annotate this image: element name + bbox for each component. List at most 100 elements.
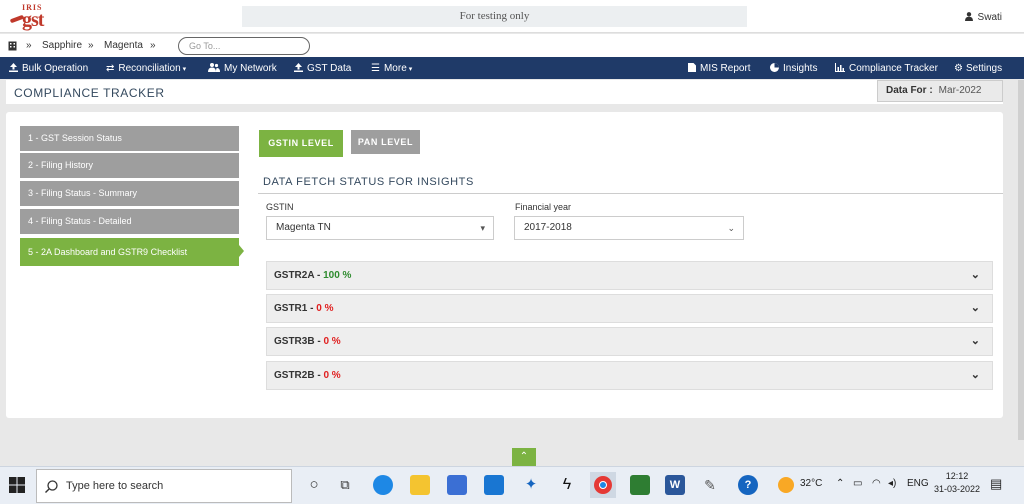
accordion-gstr2a[interactable]: GSTR2A - 100 % ⌄ — [266, 261, 993, 290]
tab-gstin-level[interactable]: GSTIN LEVEL — [259, 130, 343, 157]
accordion-title: GSTR3B - — [274, 336, 324, 347]
section-title: DATA FETCH STATUS FOR INSIGHTS — [263, 176, 474, 188]
accordion-gstr2b[interactable]: GSTR2B - 0 % ⌄ — [266, 361, 993, 390]
chevron-up-icon: ⌃ — [519, 451, 529, 462]
scroll-to-top-button[interactable]: ⌃ — [512, 448, 536, 466]
sidebar-item-filing-history[interactable]: 2 - Filing History — [20, 153, 239, 178]
irisgst-logo[interactable]: IRIS gst — [9, 3, 60, 31]
menu-icon: ☰ — [371, 63, 380, 74]
accordion-title: GSTR1 - — [274, 303, 317, 314]
chevron-down-icon[interactable]: ⌄ — [971, 262, 980, 289]
notification-icon[interactable]: ▤ — [990, 476, 1002, 492]
user-name: Swati — [977, 12, 1002, 23]
page-title-bar: COMPLIANCE TRACKER — [6, 80, 1003, 104]
language-indicator[interactable]: ENG — [907, 478, 929, 489]
upload-icon — [9, 63, 18, 72]
taskbar-search-box[interactable]: Type here to search — [36, 469, 292, 503]
clock[interactable]: 12:12 31-03-2022 — [934, 470, 980, 496]
mail-icon[interactable] — [484, 475, 504, 495]
edge-icon[interactable] — [373, 475, 393, 495]
weather-icon[interactable] — [778, 477, 794, 493]
wifi-icon[interactable]: ◠ — [872, 478, 881, 489]
gstin-select-value: Magenta TN — [276, 222, 331, 233]
nav-bulk-operation[interactable]: Bulk Operation — [9, 63, 88, 74]
sidebar-item-gst-session-status[interactable]: 1 - GST Session Status — [20, 126, 239, 151]
caret-down-icon: ▾ — [406, 66, 413, 73]
section-divider — [258, 193, 1003, 194]
accordion-title: GSTR2B - — [274, 370, 324, 381]
accordion-percent: 0 % — [323, 336, 341, 347]
store-icon[interactable] — [447, 475, 467, 495]
gstin-label: GSTIN — [266, 202, 294, 212]
accordion-percent: 100 % — [323, 270, 352, 281]
exchange-icon: ⇄ — [106, 63, 115, 74]
data-for-label: Data For : — [886, 85, 933, 96]
nav-compliance-tracker[interactable]: Compliance Tracker — [835, 63, 938, 74]
clock-time: 12:12 — [945, 471, 969, 481]
task-view-icon[interactable]: ⧉ — [335, 475, 355, 495]
word-icon[interactable]: W — [665, 475, 685, 495]
chevron-up-icon[interactable]: ⌃ — [836, 478, 844, 489]
windows-taskbar: Type here to search ○ ⧉ ✦ ϟ W ✎ ? 32°C ⌃… — [0, 466, 1024, 504]
goto-input[interactable]: Go To... — [178, 37, 310, 55]
dropbox-icon[interactable]: ✦ — [521, 475, 541, 495]
sidebar-item-filing-status-summary[interactable]: 3 - Filing Status - Summary — [20, 181, 239, 206]
breadcrumb: » Sapphire » Magenta » — [0, 34, 1024, 57]
users-icon — [208, 63, 220, 72]
page-title: COMPLIANCE TRACKER — [14, 86, 165, 100]
nav-mis-report[interactable]: MIS Report — [688, 63, 751, 74]
page-scrollbar[interactable] — [1018, 80, 1024, 440]
bar-chart-icon — [835, 63, 845, 72]
chrome-icon[interactable] — [590, 472, 616, 498]
taskbar-search-placeholder: Type here to search — [66, 480, 164, 492]
file-icon — [688, 63, 696, 72]
nav-reconciliation[interactable]: ⇄ Reconciliation ▾ — [106, 63, 186, 74]
user-icon — [964, 12, 973, 21]
file-explorer-icon[interactable] — [410, 475, 430, 495]
pie-icon — [770, 63, 779, 72]
windows-start-icon[interactable] — [9, 477, 25, 493]
financial-year-select[interactable]: 2017-2018 ⌄ — [514, 216, 744, 240]
cortana-icon[interactable]: ○ — [304, 475, 324, 495]
nav-my-network[interactable]: My Network — [208, 63, 277, 74]
nav-settings[interactable]: ⚙ Settings — [954, 63, 1002, 74]
chevron-down-icon[interactable]: ⌄ — [971, 362, 980, 389]
breadcrumb-item-sapphire[interactable]: Sapphire — [42, 40, 82, 51]
chevron-down-icon: ⌄ — [727, 223, 735, 233]
sidebar-item-2a-dashboard[interactable]: 5 - 2A Dashboard and GSTR9 Checklist — [20, 238, 239, 266]
data-for-selector[interactable]: Data For : Mar-2022 — [877, 80, 1003, 102]
breadcrumb-separator: » — [26, 40, 32, 51]
gear-icon: ⚙ — [954, 63, 963, 74]
breadcrumb-separator: » — [88, 40, 94, 51]
accordion-title: GSTR2A - — [274, 270, 324, 281]
caret-down-icon: ▾ — [480, 223, 485, 233]
tab-pan-level[interactable]: PAN LEVEL — [351, 130, 420, 154]
app-tool-icon[interactable]: ✎ — [700, 475, 720, 495]
nav-gst-data[interactable]: GST Data — [294, 63, 351, 74]
financial-year-label: Financial year — [515, 202, 572, 212]
accordion-percent: 0 % — [323, 370, 341, 381]
nav-more[interactable]: ☰ More ▾ — [371, 63, 412, 74]
data-for-value: Mar-2022 — [938, 85, 982, 96]
accordion-gstr3b[interactable]: GSTR3B - 0 % ⌄ — [266, 327, 993, 356]
nav-insights[interactable]: Insights — [770, 63, 817, 74]
chevron-down-icon[interactable]: ⌄ — [971, 328, 980, 355]
chat-icon[interactable] — [630, 475, 650, 495]
main-nav: Bulk Operation ⇄ Reconciliation ▾ My Netw… — [0, 57, 1024, 79]
testing-banner: For testing only — [242, 6, 747, 27]
weather-temp[interactable]: 32°C — [800, 478, 822, 489]
chevron-down-icon[interactable]: ⌄ — [971, 295, 980, 322]
caret-down-icon: ▾ — [180, 66, 187, 73]
clock-date: 31-03-2022 — [934, 484, 981, 494]
sidebar-item-filing-status-detailed[interactable]: 4 - Filing Status - Detailed — [20, 209, 239, 234]
app-icon[interactable]: ϟ — [557, 475, 577, 495]
help-icon[interactable]: ? — [738, 475, 758, 495]
user-menu[interactable]: Swati — [964, 11, 1002, 23]
gstin-select[interactable]: Magenta TN ▾ — [266, 216, 494, 240]
breadcrumb-item-magenta[interactable]: Magenta — [104, 40, 143, 51]
network-icon[interactable]: ▭ — [853, 478, 862, 489]
breadcrumb-separator: » — [150, 40, 156, 51]
volume-icon[interactable]: ◂) — [888, 478, 896, 489]
accordion-percent: 0 % — [316, 303, 334, 314]
accordion-gstr1[interactable]: GSTR1 - 0 % ⌄ — [266, 294, 993, 323]
